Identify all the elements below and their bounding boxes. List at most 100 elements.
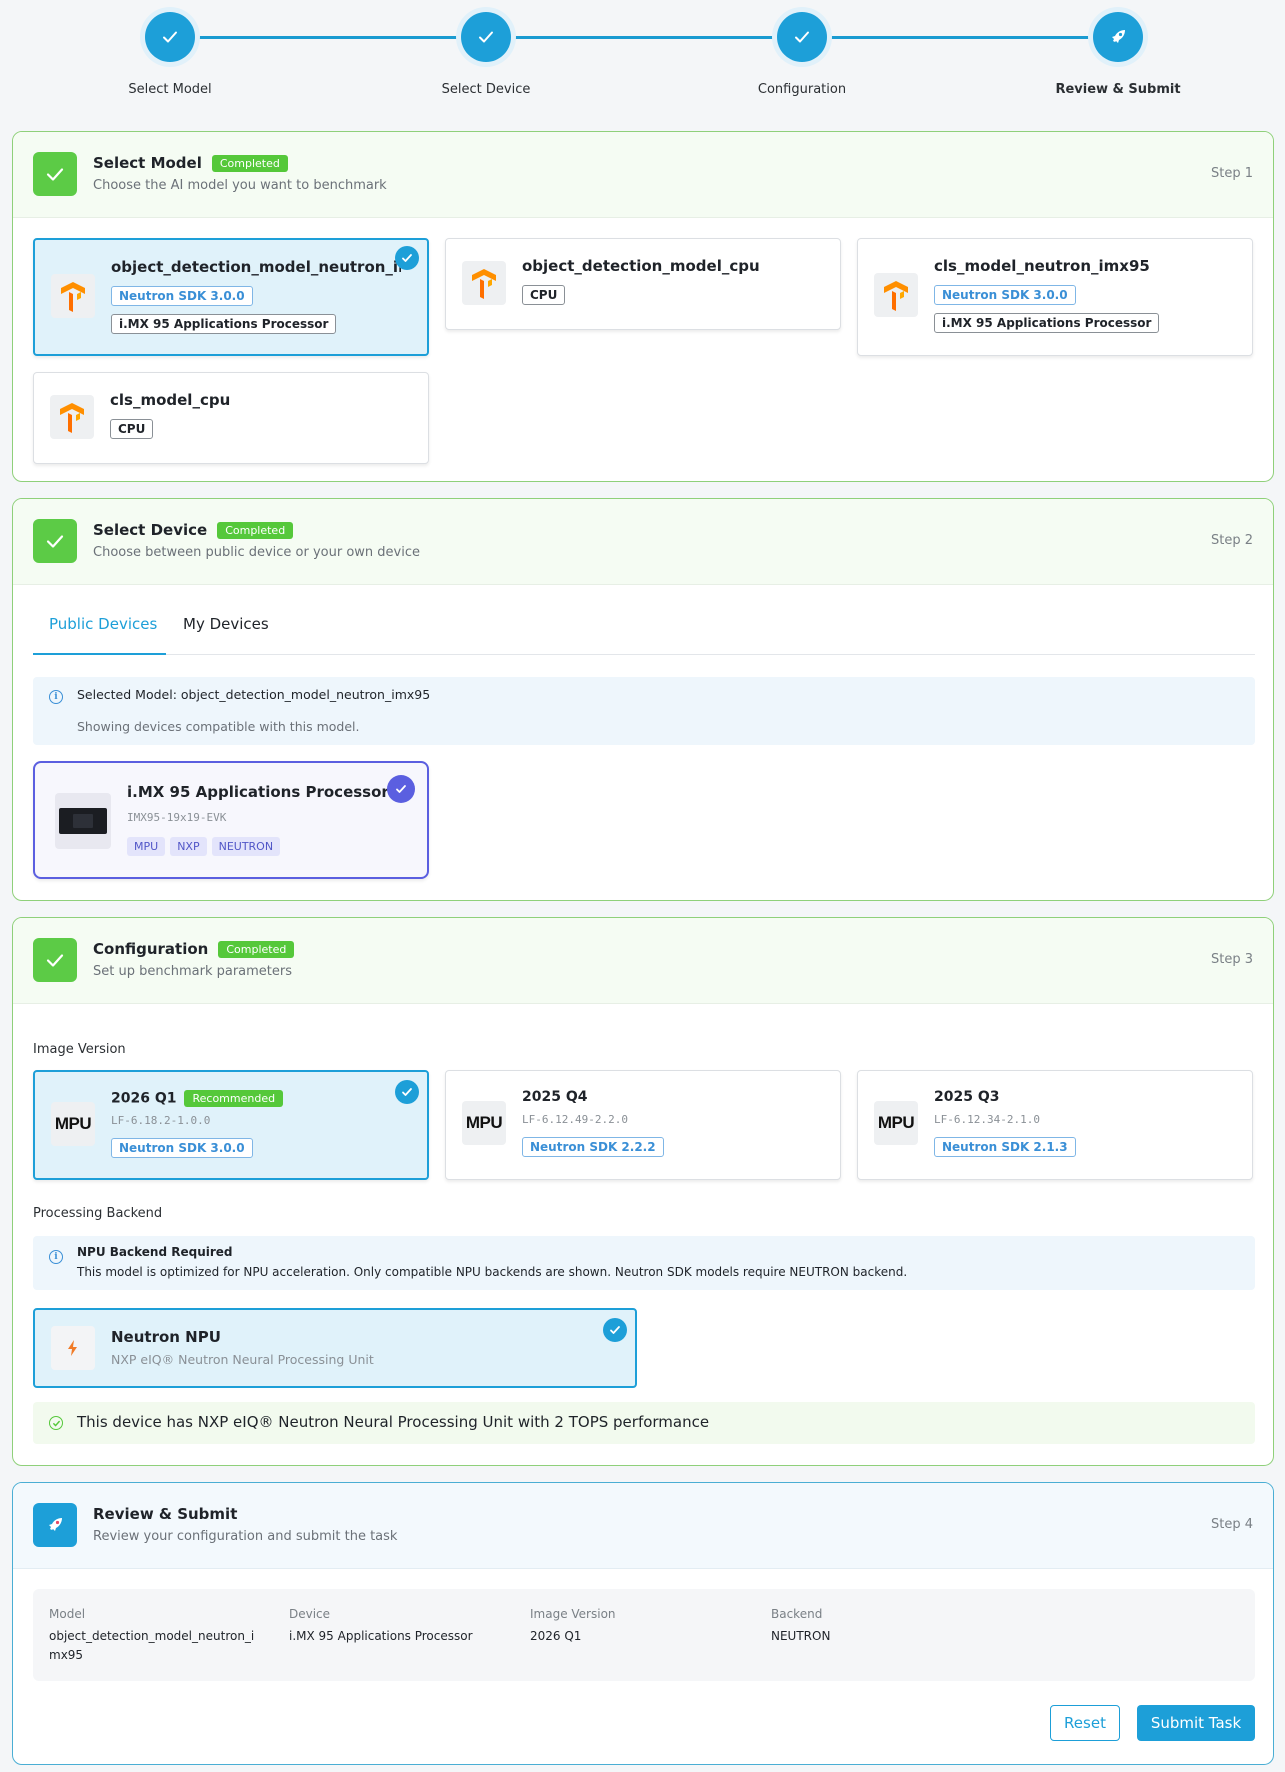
step-select-model[interactable]: Select Model [90,12,250,97]
tensorflow-icon [51,274,95,318]
review-summary: Model object_detection_model_neutron_imx… [33,1589,1255,1681]
image-version-label: Image Version [33,1042,126,1057]
device-card[interactable]: i.MX 95 Applications Processor IMX95-19x… [33,761,429,879]
mpu-icon-text: MPU [54,1114,92,1133]
section-header[interactable]: Select Model Completed Choose the AI mod… [13,132,1273,218]
step-select-device[interactable]: Select Device [406,12,566,97]
submit-task-button[interactable]: Submit Task [1137,1705,1255,1741]
model-name: object_detection_model_cpu [522,257,760,275]
tag-row: Neutron SDK 3.0.0 [934,285,1076,305]
summary-key: Backend [771,1607,823,1621]
check-circle-icon [49,1416,63,1430]
summary-value: i.MX 95 Applications Processor [289,1629,473,1643]
section-header[interactable]: Review & Submit Review your configuratio… [13,1483,1273,1569]
section-header[interactable]: Configuration Completed Set up benchmark… [13,918,1273,1004]
tag-row: i.MX 95 Applications Processor [934,313,1160,333]
model-card[interactable]: cls_model_neutron_imx95 Neutron SDK 3.0.… [857,238,1253,356]
board-image [55,793,111,849]
step-review-submit[interactable]: Review & Submit [1038,12,1198,97]
section-header[interactable]: Select Device Completed Choose between p… [13,499,1273,585]
info-icon: i [49,1250,63,1264]
review-submit-section: Review & Submit Review your configuratio… [12,1482,1274,1765]
select-model-section: Select Model Completed Choose the AI mod… [12,131,1274,482]
step-number: Step 2 [1210,533,1253,548]
info-icon: i [49,690,63,704]
npu-success-message: This device has NXP eIQ® Neutron Neural … [33,1402,1255,1444]
model-card[interactable]: object_detection_model_cpu CPU [445,238,841,330]
reset-button[interactable]: Reset [1050,1705,1120,1741]
check-icon [33,152,77,196]
section-subtitle: Choose between public device or your own… [93,545,421,560]
image-version-card[interactable]: MPU 2025 Q4 LF-6.12.49-2.2.0 Neutron SDK… [445,1070,841,1180]
section-title: Configuration Completed [93,940,295,958]
tab-my-devices[interactable]: My Devices [183,615,269,633]
check-icon [603,1318,627,1342]
device-tag: MPU [127,837,166,856]
check-icon [33,938,77,982]
step-number: Step 1 [1210,166,1253,181]
sdk-tag: Neutron SDK 3.0.0 [934,285,1076,305]
cpu-tag: CPU [522,285,566,305]
summary-image-version: Image Version 2026 Q1 [530,1607,740,1646]
step-label: Review & Submit [1055,82,1181,97]
version-title: 2026 Q1 Recommended [111,1090,284,1107]
status-badge: Completed [211,154,288,172]
summary-key: Device [289,1607,331,1621]
section-title: Select Model Completed [93,154,288,172]
tag-row: Neutron SDK 2.1.3 [934,1137,1076,1157]
model-name: object_detection_model_neutron_imx95 [111,258,401,276]
sdk-tag: Neutron SDK 3.0.0 [111,1138,253,1158]
section-subtitle: Choose the AI model you want to benchmar… [93,178,387,193]
chip-icon [59,808,107,834]
npu-notice-text: This model is optimized for NPU accelera… [77,1265,908,1279]
sdk-tag: Neutron SDK 2.2.2 [522,1137,664,1157]
status-badge: Completed [218,940,295,958]
tab-public-devices[interactable]: Public Devices [49,615,157,633]
npu-notice-title: NPU Backend Required [77,1245,233,1259]
lightning-icon [51,1326,95,1370]
rocket-icon [1093,12,1143,62]
backend-name: Neutron NPU [111,1328,221,1346]
tensorflow-icon [50,395,94,439]
summary-key: Model [49,1607,86,1621]
tag-row: CPU [522,285,566,305]
model-card[interactable]: cls_model_cpu CPU [33,372,429,464]
check-icon [395,246,419,270]
configuration-section: Configuration Completed Set up benchmark… [12,917,1274,1466]
section-title-text: Select Model [93,154,202,172]
summary-value: 2026 Q1 [530,1629,582,1643]
summary-backend: Backend NEUTRON [771,1607,981,1646]
section-title-text: Select Device [93,521,208,539]
sdk-tag: Neutron SDK 2.1.3 [934,1137,1076,1157]
recommended-badge: Recommended [184,1090,284,1107]
check-icon [777,12,827,62]
step-configuration[interactable]: Configuration [722,12,882,97]
status-badge: Completed [217,521,294,539]
success-text: This device has NXP eIQ® Neutron Neural … [77,1413,710,1431]
check-icon [145,12,195,62]
step-number: Step 3 [1210,952,1253,967]
tag-row: Neutron SDK 2.2.2 [522,1137,664,1157]
summary-value: object_detection_model_neutron_imx95 [49,1629,255,1662]
backend-card[interactable]: Neutron NPU NXP eIQ® Neutron Neural Proc… [33,1308,637,1388]
tensorflow-icon [874,273,918,317]
image-version-card[interactable]: MPU 2026 Q1 Recommended LF-6.18.2-1.0.0 N… [33,1070,429,1180]
version-name: 2026 Q1 [111,1090,177,1107]
select-device-section: Select Device Completed Choose between p… [12,498,1274,901]
mpu-icon: MPU [462,1101,506,1145]
image-version-card[interactable]: MPU 2025 Q3 LF-6.12.34-2.1.0 Neutron SDK… [857,1070,1253,1180]
tag-row: i.MX 95 Applications Processor [111,314,337,334]
check-icon [387,775,415,803]
tensorflow-icon [462,261,506,305]
mpu-icon-text: MPU [465,1113,503,1132]
mpu-icon: MPU [51,1102,95,1146]
step-label: Configuration [757,82,847,97]
tag-row: CPU [110,419,154,439]
section-subtitle: Set up benchmark parameters [93,964,293,979]
model-card[interactable]: object_detection_model_neutron_imx95 Neu… [33,238,429,356]
mpu-icon-text: MPU [877,1113,915,1132]
tag-row: Neutron SDK 3.0.0 [111,1138,253,1158]
device-tabs: Public Devices My Devices [33,599,1255,655]
model-name: cls_model_cpu [110,391,231,409]
version-name: 2025 Q3 [934,1089,1000,1105]
